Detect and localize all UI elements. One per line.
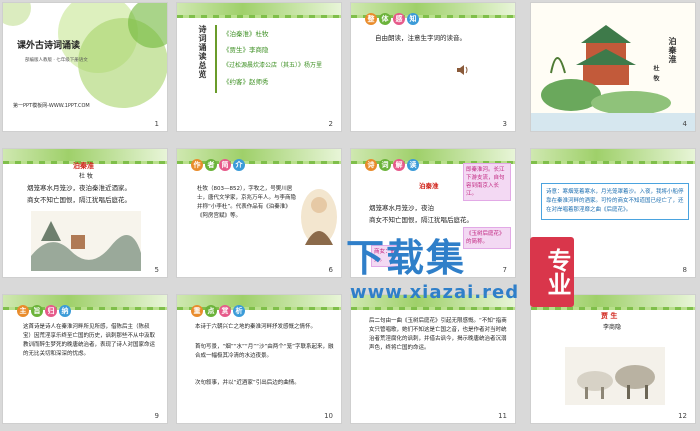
speaker-icon[interactable] (455, 63, 469, 77)
horse-painting (565, 347, 665, 405)
slide-thumbnail[interactable]: 后二句由一曲《玉树后庭花》引起无限感慨。“不知”指商女只管唱歌，她们不知这是亡国… (350, 294, 516, 424)
slide-thumbnail[interactable]: 主 旨 归 纳 这首诗是诗人在秦淮河畔所见所感，借陈后主（陈叔宝）因荒淫享乐终至… (2, 294, 168, 424)
slide-footer: 第一PPT模板网-WWW.1PPT.COM (13, 103, 90, 109)
slide-number: 1 (154, 120, 159, 128)
poem-line: 烟笼寒水月笼沙，夜泊 (369, 204, 434, 212)
portrait-image (301, 189, 337, 245)
slide-thumbnail[interactable]: 泊秦淮 杜 牧 烟笼寒水月笼沙，夜泊秦淮近酒家。 商女不知亡国恨，隔江犹唱后庭花… (2, 148, 168, 278)
annotation-note: 即秦淮河。长江下游支流，自句容到南京入长江。 (463, 163, 511, 201)
slide-thumbnail[interactable]: 重 点 赏 析 本诗于六朝兴亡之地的秦淮河畔抒发感慨之情怀。 首句写景，“烟”“… (176, 294, 342, 424)
translation-text: 诗意：寒烟笼着寒水，月光笼罩着沙。入夜，我将小船停靠在秦淮河畔的酒家。可怜的商女… (541, 183, 689, 220)
watermark-title: 下载集 (346, 236, 467, 280)
poem-line: 烟笼寒水月笼沙，夜泊秦淮近酒家。 (27, 184, 131, 192)
landscape-painting (31, 211, 141, 271)
slide-number: 4 (682, 120, 687, 128)
leaf-background (3, 3, 167, 108)
section-tag: 诗 词 解 读 (365, 159, 419, 172)
poem-title: 泊秦淮 (73, 162, 94, 170)
slide-thumbnail[interactable]: 贾 生 李商隐 12 (530, 294, 696, 424)
poem-author: 杜 牧 (79, 173, 93, 180)
poem-author: 李商隐 (603, 324, 622, 331)
poem-title: 贾 生 (601, 312, 618, 320)
poem-line: 商女不知亡国恨，隔江犹唱后庭花。 (27, 196, 131, 204)
slide-title: 课外古诗词诵读 (17, 41, 81, 51)
list-item: 《贾生》李商隐 (223, 46, 269, 54)
slide-number: 11 (498, 412, 507, 420)
divider (215, 25, 217, 93)
section-tag: 主 旨 归 纳 (17, 305, 71, 318)
section-tag: 整 体 感 知 (365, 13, 419, 26)
poem-line: 商女不知亡国恨，隔江犹唱后庭花。 (369, 216, 473, 224)
leaf-header (531, 149, 695, 164)
author: 杜 牧 (652, 65, 659, 83)
section-tag: 作 者 简 介 (191, 159, 245, 172)
analysis-intro: 本诗于六朝兴亡之地的秦淮河畔抒发感慨之情怀。 (195, 324, 317, 330)
slide-subtitle: 部编版人教版 · 七年级下册语文 (25, 58, 88, 63)
pagoda-painting (531, 3, 695, 131)
instruction-text: 自由朗读，注意生字词的读音。 (375, 34, 466, 42)
list-item: 《约客》赵师秀 (223, 78, 269, 86)
leaf-header (3, 149, 167, 164)
watermark-url: www.xiazai.red (350, 282, 520, 303)
poem-title: 泊秦淮 (419, 182, 439, 190)
analysis-point: 首句写景，“烟”“水”“月”“沙”由两个“笼”字联系起来，融合成一幅极其冷清的水… (195, 344, 334, 359)
slide-number: 10 (324, 412, 333, 420)
list-item: 《过松源晨炊漆公店（其五）》杨万里 (223, 62, 323, 69)
slide-number: 2 (328, 120, 333, 128)
slide-number: 8 (682, 266, 687, 274)
slide-thumbnail[interactable]: 整 体 感 知 自由朗读，注意生字词的读音。 3 (350, 2, 516, 132)
slide-thumbnail[interactable]: 作 者 简 介 杜牧（803—852），字牧之，号樊川居士，唐代文学家，京兆万年… (176, 148, 342, 278)
slide-thumbnail[interactable]: 课外古诗词诵读 部编版人教版 · 七年级下册语文 第一PPT模板网-WWW.1P… (2, 2, 168, 132)
leaf-header (177, 3, 341, 18)
slide-number: 7 (502, 266, 507, 274)
annotation-note: 《玉树后庭花》的简称。 (463, 227, 511, 249)
vertical-title: 泊秦淮 (668, 37, 677, 64)
list-item: 《泊秦淮》杜牧 (223, 30, 269, 38)
slide-number: 5 (154, 266, 159, 274)
slide-number: 9 (154, 412, 159, 420)
analysis-point: 次句叙事，并以“近酒家”引出后边的曲情。 (195, 380, 300, 386)
slide-sorter-grid: 课外古诗词诵读 部编版人教版 · 七年级下册语文 第一PPT模板网-WWW.1P… (0, 0, 700, 431)
slide-number: 6 (328, 266, 333, 274)
vertical-title: 诗词诵读总览 (198, 25, 207, 79)
slide-thumbnail[interactable]: 诗词诵读总览 《泊秦淮》杜牧 《贾生》李商隐 《过松源晨炊漆公店（其五）》杨万里… (176, 2, 342, 132)
theme-text: 这首诗是诗人在秦淮河畔所见所感，借陈后主（陈叔宝）因荒淫享乐终至亡国的历史，讽刺… (23, 324, 156, 357)
author-bio: 杜牧（803—852），字牧之，号樊川居士，唐代文学家，京兆万年人。与李商隐并称… (197, 186, 297, 219)
analysis-text: 后二句由一曲《玉树后庭花》引起无限感慨。“不知”指商女只管唱歌，她们不知这是亡国… (369, 318, 507, 351)
slide-thumbnail[interactable]: 泊秦淮 杜 牧 4 (530, 2, 696, 132)
slide-number: 12 (678, 412, 687, 420)
slide-number: 3 (502, 120, 507, 128)
watermark-badge: 专业 (530, 237, 574, 307)
section-tag: 重 点 赏 析 (191, 305, 245, 318)
